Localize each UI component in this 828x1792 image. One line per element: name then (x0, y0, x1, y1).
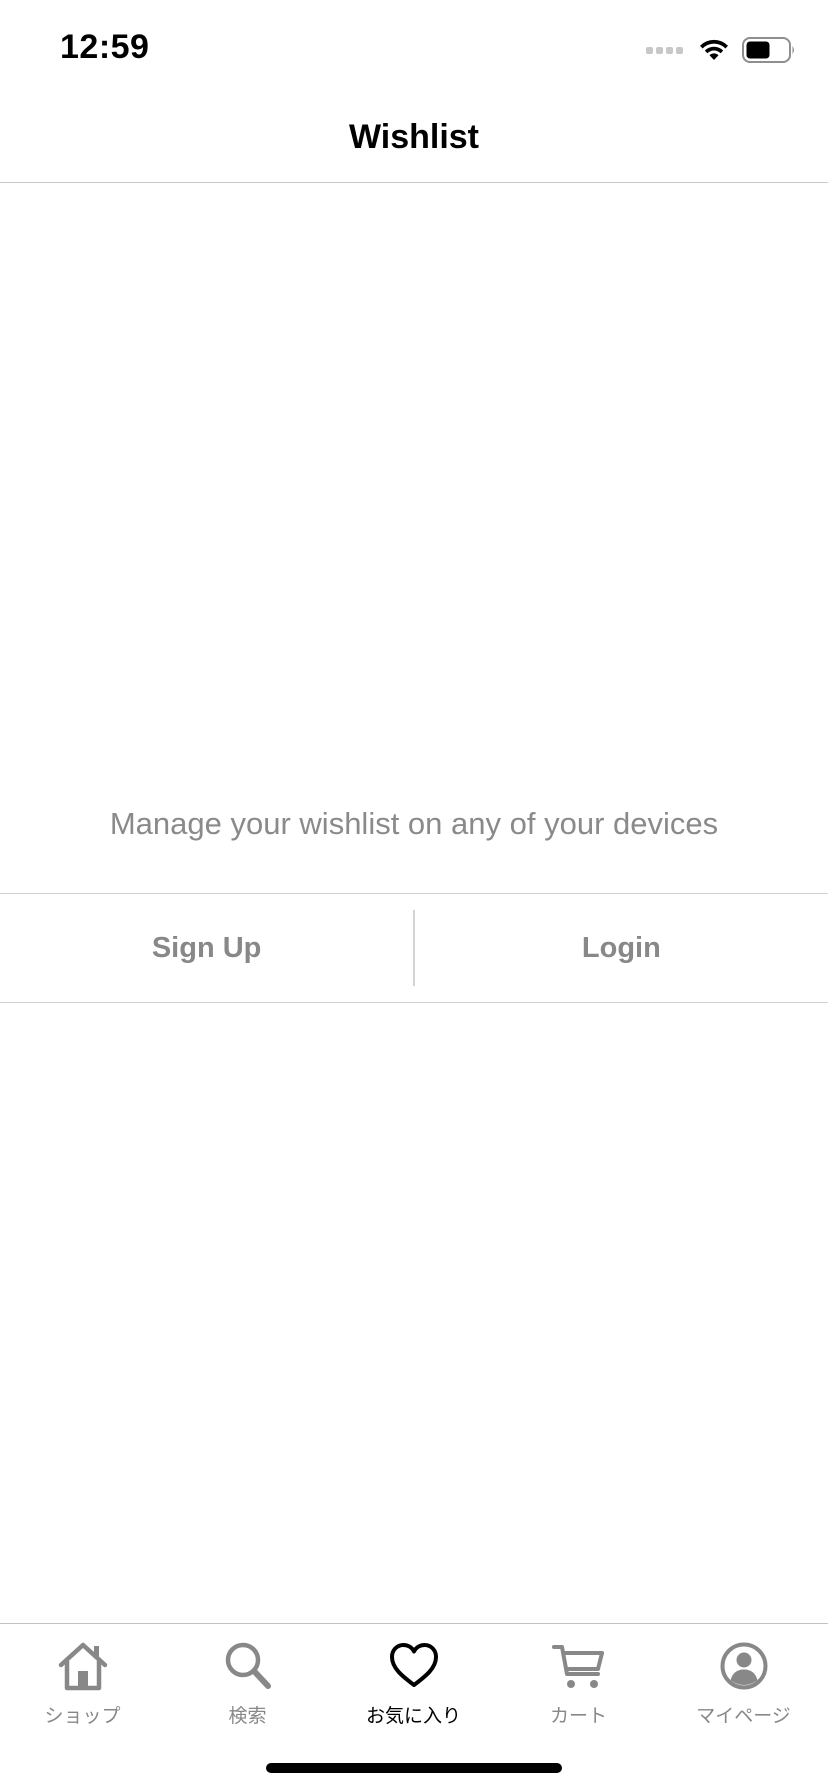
battery-icon (742, 37, 794, 63)
tab-cart-label: カート (549, 1705, 607, 1727)
sign-up-button[interactable]: Sign Up (0, 894, 413, 1002)
login-button[interactable]: Login (415, 894, 828, 1002)
wifi-icon (700, 39, 728, 60)
navigation-bar: Wishlist (0, 96, 828, 183)
tab-mypage[interactable]: マイページ (661, 1638, 826, 1738)
tab-cart[interactable]: カート (496, 1638, 661, 1738)
home-icon (58, 1642, 107, 1691)
heart-icon (389, 1643, 438, 1687)
profile-icon (720, 1642, 767, 1690)
cart-icon (551, 1645, 604, 1688)
page-title: Wishlist (348, 118, 480, 156)
wishlist-message: Manage your wishlist on any of your devi… (109, 806, 719, 841)
home-indicator[interactable] (266, 1763, 562, 1773)
tab-shop-label: ショップ (44, 1705, 121, 1727)
search-icon (225, 1642, 271, 1689)
status-time: 12:59 (60, 28, 150, 66)
tab-favorite-label: お気に入り (365, 1705, 461, 1727)
tab-search-label: 検索 (228, 1705, 267, 1727)
status-bar: 12:59 (0, 0, 828, 96)
tab-shop[interactable]: ショップ (0, 1638, 165, 1738)
status-indicators (646, 36, 796, 64)
cellular-signal-icon (646, 46, 686, 54)
tab-favorite[interactable]: お気に入り (331, 1638, 496, 1738)
tab-search[interactable]: 検索 (165, 1638, 330, 1738)
auth-bar: Sign Up Login (0, 893, 828, 1003)
tab-mypage-label: マイページ (696, 1705, 791, 1727)
